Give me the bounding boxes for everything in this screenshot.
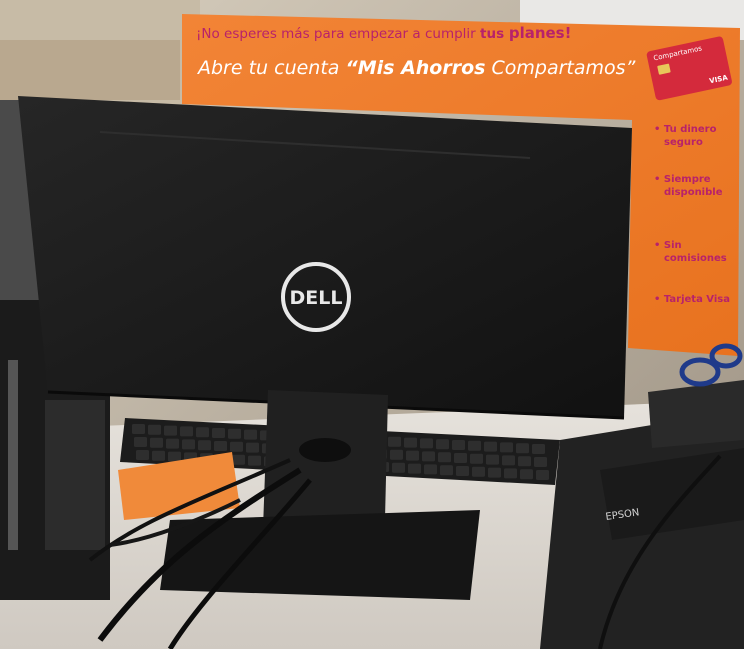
keyboard-key	[452, 440, 465, 450]
keyboard-key	[392, 462, 405, 473]
keyboard-key	[150, 437, 163, 448]
keyboard-key	[468, 440, 481, 451]
keyboard-key	[132, 424, 145, 434]
sign-headline: ¡No esperes más para empezar a cumplir t…	[196, 24, 571, 42]
keyboard-key	[244, 429, 257, 440]
keyboard-key	[456, 466, 469, 476]
monitor-stand-base	[160, 510, 480, 600]
keyboard-key	[520, 469, 533, 480]
shelf-board	[0, 40, 180, 100]
scene-svg: ¡No esperes más para empezar a cumplir t…	[0, 0, 744, 649]
benefit-1-line2: disponible	[664, 187, 723, 198]
keyboard-key	[168, 451, 181, 462]
benefit-0-line1: • Tu dinero	[654, 124, 717, 135]
keyboard-key	[198, 440, 211, 451]
keyboard-key	[180, 426, 193, 437]
keyboard-key	[436, 439, 449, 450]
keyboard-key	[232, 454, 245, 465]
keyboard-key	[248, 455, 261, 466]
keyboard-key	[534, 457, 547, 467]
keyboard-key	[500, 442, 513, 453]
keyboard-key	[196, 427, 209, 438]
keyboard-key	[486, 454, 499, 465]
keyboard-key	[470, 453, 483, 464]
keyboard-key	[230, 441, 243, 452]
keyboard-key	[214, 441, 227, 451]
keyboard-key	[164, 425, 177, 436]
keyboard-key	[408, 463, 421, 474]
keyboard-key	[438, 452, 451, 463]
keyboard-key	[536, 470, 549, 480]
photo-scene: ¡No esperes más para empezar a cumplir t…	[0, 0, 744, 649]
sign-tagline: Abre tu cuenta “Mis Ahorros Compartamos”	[196, 57, 636, 79]
keyboard-key	[136, 450, 149, 460]
keyboard-key	[148, 424, 161, 435]
benefit-1-line1: • Siempre	[654, 174, 711, 185]
benefit-3-line1: • Tarjeta Visa	[654, 294, 730, 305]
keyboard-key	[246, 442, 259, 453]
keyboard-key	[152, 450, 165, 461]
keyboard-key	[424, 464, 437, 475]
benefit-2-line1: • Sin	[654, 240, 682, 251]
keyboard-key	[532, 444, 545, 454]
keyboard-key	[420, 438, 433, 449]
benefit-2-line2: comisiones	[664, 253, 727, 264]
pc-tower-vent	[45, 400, 105, 550]
keyboard-key	[228, 428, 241, 439]
keyboard-key	[502, 455, 515, 466]
keyboard-key	[406, 450, 419, 461]
pc-tower-edge	[8, 360, 18, 550]
keyboard-key	[166, 438, 179, 449]
keyboard-key	[440, 465, 453, 476]
keyboard-key	[472, 466, 485, 477]
keyboard-key	[422, 451, 435, 462]
monitor-back	[18, 96, 632, 418]
keyboard-key	[182, 439, 195, 450]
keyboard-key	[212, 428, 225, 438]
keyboard-key	[518, 456, 531, 467]
keyboard-key	[484, 441, 497, 452]
keyboard-key	[488, 467, 501, 478]
benefit-0-line2: seguro	[664, 137, 703, 148]
stand-cable-hole	[299, 438, 351, 462]
keyboard-key	[134, 437, 147, 447]
dell-logo-text: DELL	[290, 287, 343, 309]
keyboard-key	[390, 449, 403, 460]
keyboard-key	[404, 437, 417, 448]
keyboard-key	[504, 468, 517, 479]
keyboard-key	[516, 443, 529, 454]
keyboard-key	[454, 453, 467, 463]
printer-top	[648, 380, 744, 448]
keyboard-key	[388, 436, 401, 447]
